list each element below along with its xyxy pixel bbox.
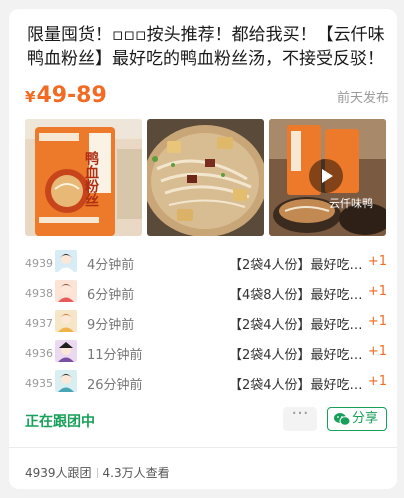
product-package-image: 鸭血粉丝 bbox=[25, 119, 142, 236]
package-label-text: 鸭血粉丝 bbox=[83, 150, 99, 207]
separator bbox=[96, 468, 98, 478]
order-row[interactable]: 4936 11分钟前 【2袋4人份】最好吃的鸭血粉丝 +1 bbox=[25, 339, 387, 369]
price-row: ¥49-89 前天发布 bbox=[25, 81, 389, 111]
divider bbox=[9, 447, 397, 448]
view-count: 4.3万人查看 bbox=[102, 466, 170, 480]
order-time: 26分钟前 bbox=[87, 378, 143, 393]
order-number: 4938 bbox=[25, 287, 53, 300]
order-quantity: +1 bbox=[367, 314, 387, 329]
footer-stats: 4939人跟团 4.3万人查看 bbox=[25, 464, 170, 481]
share-button[interactable]: 分享 bbox=[327, 407, 387, 431]
order-time: 4分钟前 bbox=[87, 258, 135, 273]
avatar bbox=[55, 250, 77, 272]
order-quantity: +1 bbox=[367, 374, 387, 389]
avatar bbox=[55, 370, 77, 392]
posted-time: 前天发布 bbox=[336, 91, 389, 106]
order-item: 【2袋4人份】最好吃的鸭血粉丝 bbox=[229, 258, 363, 273]
order-item: 【4袋8人份】最好吃的鸭血粉丝 bbox=[229, 288, 363, 303]
play-icon[interactable] bbox=[309, 159, 343, 193]
order-row[interactable]: 4935 26分钟前 【2袋4人份】最好吃的鸭血粉丝 +1 bbox=[25, 369, 387, 399]
order-item: 【2袋4人份】最好吃的鸭血粉丝 bbox=[229, 348, 363, 363]
order-quantity: +1 bbox=[367, 254, 387, 269]
order-row[interactable]: 4937 9分钟前 【2袋4人份】最好吃的鸭血粉丝 +1 bbox=[25, 309, 387, 339]
video-label-text: 云仟味鸭 bbox=[329, 197, 373, 210]
wechat-icon bbox=[334, 413, 350, 426]
status-row: 正在跟团中 ··· 分享 bbox=[25, 405, 387, 433]
order-list: 4939 4分钟前 【2袋4人份】最好吃的鸭血粉丝 +1 4938 6分钟前 【… bbox=[25, 249, 387, 399]
order-time: 6分钟前 bbox=[87, 288, 135, 303]
post-title[interactable]: 限量囤货！▫▫▫按头推荐！都给我买！【云仟味鸭血粉丝】最好吃的鸭血粉丝汤，不接受… bbox=[27, 23, 387, 71]
noodle-soup-thumbnail[interactable] bbox=[147, 119, 264, 236]
more-button[interactable]: ··· bbox=[283, 405, 317, 431]
avatar bbox=[55, 310, 77, 332]
price: ¥49-89 bbox=[25, 81, 107, 112]
price-currency: ¥ bbox=[25, 88, 36, 106]
order-number: 4937 bbox=[25, 317, 53, 330]
order-time: 11分钟前 bbox=[87, 348, 143, 363]
order-number: 4935 bbox=[25, 377, 53, 390]
order-quantity: +1 bbox=[367, 344, 387, 359]
order-row[interactable]: 4938 6分钟前 【4袋8人份】最好吃的鸭血粉丝 +1 bbox=[25, 279, 387, 309]
noodle-soup-bowl-image bbox=[147, 119, 264, 236]
price-value: 49-89 bbox=[36, 83, 107, 108]
group-status: 正在跟团中 bbox=[25, 414, 95, 430]
order-number: 4936 bbox=[25, 347, 53, 360]
order-item: 【2袋4人份】最好吃的鸭血粉丝 bbox=[229, 318, 363, 333]
avatar bbox=[55, 340, 77, 362]
joined-count: 4939人跟团 bbox=[25, 466, 92, 480]
order-item: 【2袋4人份】最好吃的鸭血粉丝 bbox=[229, 378, 363, 393]
group-buy-card[interactable]: 限量囤货！▫▫▫按头推荐！都给我买！【云仟味鸭血粉丝】最好吃的鸭血粉丝汤，不接受… bbox=[9, 9, 397, 489]
order-time: 9分钟前 bbox=[87, 318, 135, 333]
share-label: 分享 bbox=[352, 411, 379, 426]
order-row[interactable]: 4939 4分钟前 【2袋4人份】最好吃的鸭血粉丝 +1 bbox=[25, 249, 387, 279]
avatar bbox=[55, 280, 77, 302]
thumbnail-gallery: 鸭血粉丝 云仟味鸭 bbox=[25, 119, 387, 236]
video-thumbnail[interactable]: 云仟味鸭 bbox=[269, 119, 386, 236]
order-number: 4939 bbox=[25, 257, 53, 270]
order-quantity: +1 bbox=[367, 284, 387, 299]
product-package-thumbnail[interactable]: 鸭血粉丝 bbox=[25, 119, 142, 236]
